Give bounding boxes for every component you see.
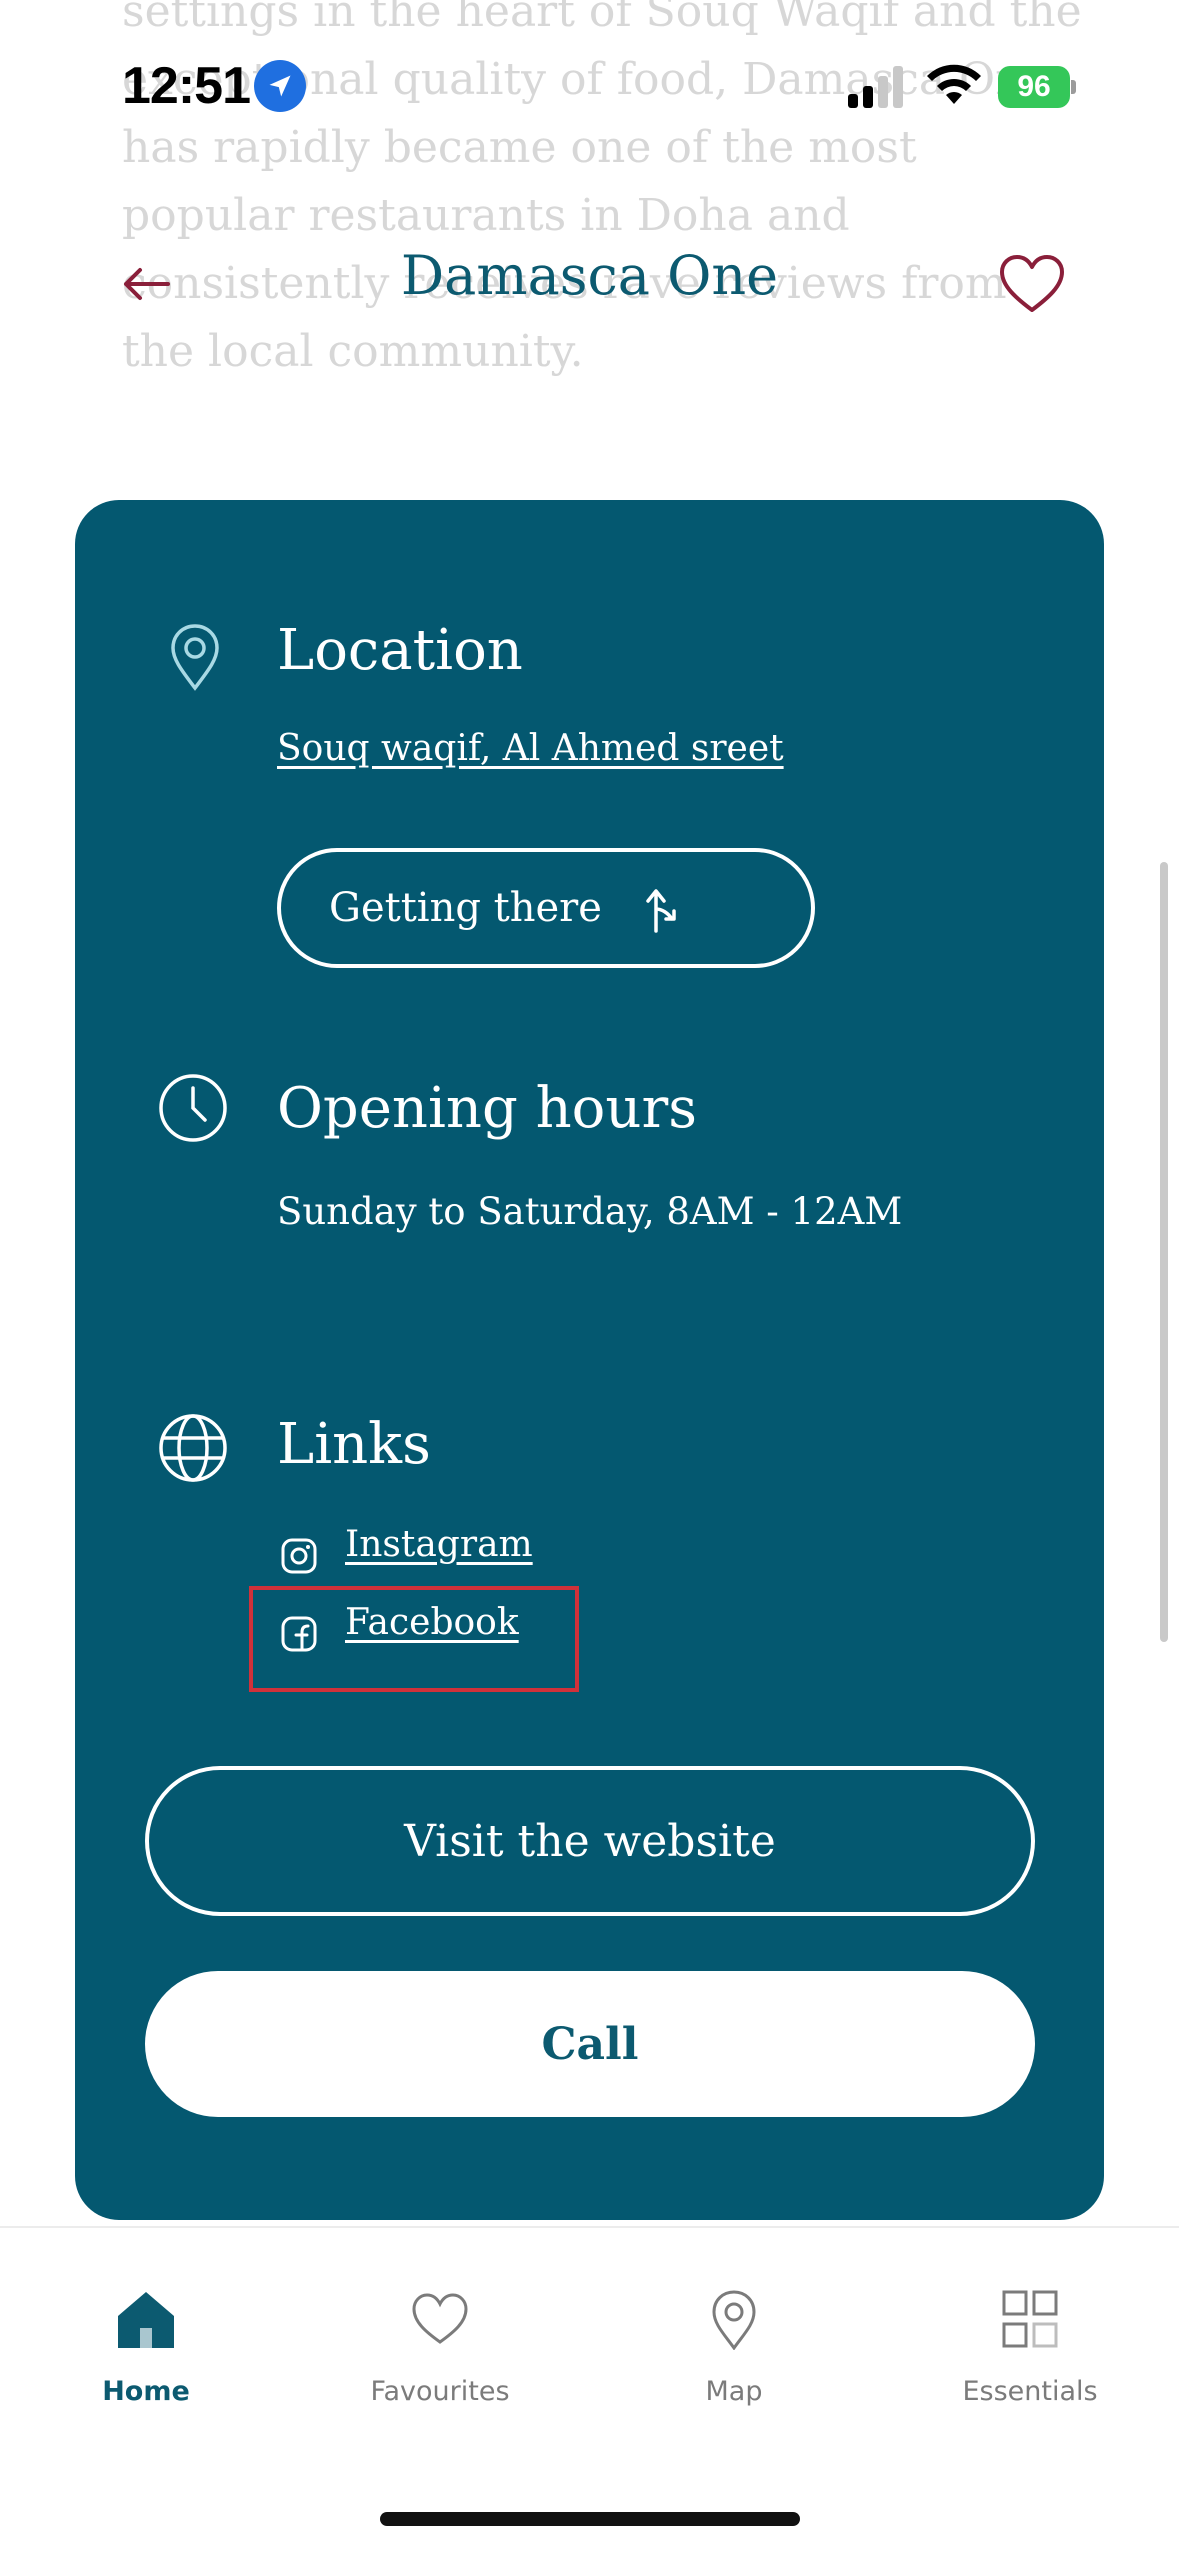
heart-icon: [412, 2293, 468, 2344]
call-button[interactable]: Call: [145, 1971, 1035, 2117]
globe-icon: [159, 1414, 227, 1482]
tab-essentials[interactable]: Essentials: [900, 2288, 1160, 2428]
instagram-icon: [281, 1538, 317, 1574]
getting-there-label: Getting there: [329, 885, 602, 931]
home-indicator[interactable]: [380, 2512, 800, 2526]
location-services-icon: [254, 60, 306, 112]
map-pin-icon: [171, 624, 219, 691]
battery-icon: 96: [998, 66, 1076, 108]
tab-bar: Home Favourites Map Essentials: [0, 2226, 1179, 2556]
call-label: Call: [541, 2018, 639, 2070]
tab-home[interactable]: Home: [16, 2288, 276, 2428]
grid-icon: [1002, 2290, 1058, 2348]
tab-map[interactable]: Map: [604, 2288, 864, 2428]
visit-website-button[interactable]: Visit the website: [145, 1766, 1035, 1916]
status-time: 12:51: [122, 57, 251, 115]
location-title: Location: [277, 618, 523, 683]
directions-arrow-icon: [646, 889, 676, 933]
facebook-highlight-box: [249, 1586, 579, 1692]
tab-home-label: Home: [102, 2376, 190, 2407]
address-link[interactable]: Souq waqif, Al Ahmed sreet: [277, 728, 784, 769]
visit-website-label: Visit the website: [404, 1815, 776, 1867]
cellular-signal-icon: [848, 66, 903, 108]
header: Damasca One: [0, 230, 1179, 340]
opening-hours-text: Sunday to Saturday, 8AM - 12AM: [277, 1190, 903, 1233]
tab-favourites[interactable]: Favourites: [310, 2288, 570, 2428]
battery-cap: [1071, 80, 1076, 94]
opening-hours-title: Opening hours: [277, 1076, 697, 1141]
home-icon: [118, 2292, 174, 2348]
tab-favourites-label: Favourites: [370, 2376, 510, 2407]
tab-essentials-label: Essentials: [962, 2376, 1098, 2407]
scrollbar[interactable]: [1160, 862, 1168, 1642]
getting-there-button[interactable]: Getting there: [277, 848, 815, 968]
links-title: Links: [277, 1412, 431, 1477]
clock-icon: [159, 1074, 227, 1142]
status-bar: 12:51 96: [0, 0, 1179, 150]
instagram-link[interactable]: Instagram: [345, 1524, 533, 1565]
battery-level: 96: [998, 66, 1070, 108]
wifi-icon: [927, 64, 981, 104]
map-pin-icon: [712, 2290, 756, 2350]
tab-map-label: Map: [705, 2376, 763, 2407]
heart-icon[interactable]: [996, 252, 1068, 316]
info-card: Location Souq waqif, Al Ahmed sreet Gett…: [75, 500, 1104, 2220]
